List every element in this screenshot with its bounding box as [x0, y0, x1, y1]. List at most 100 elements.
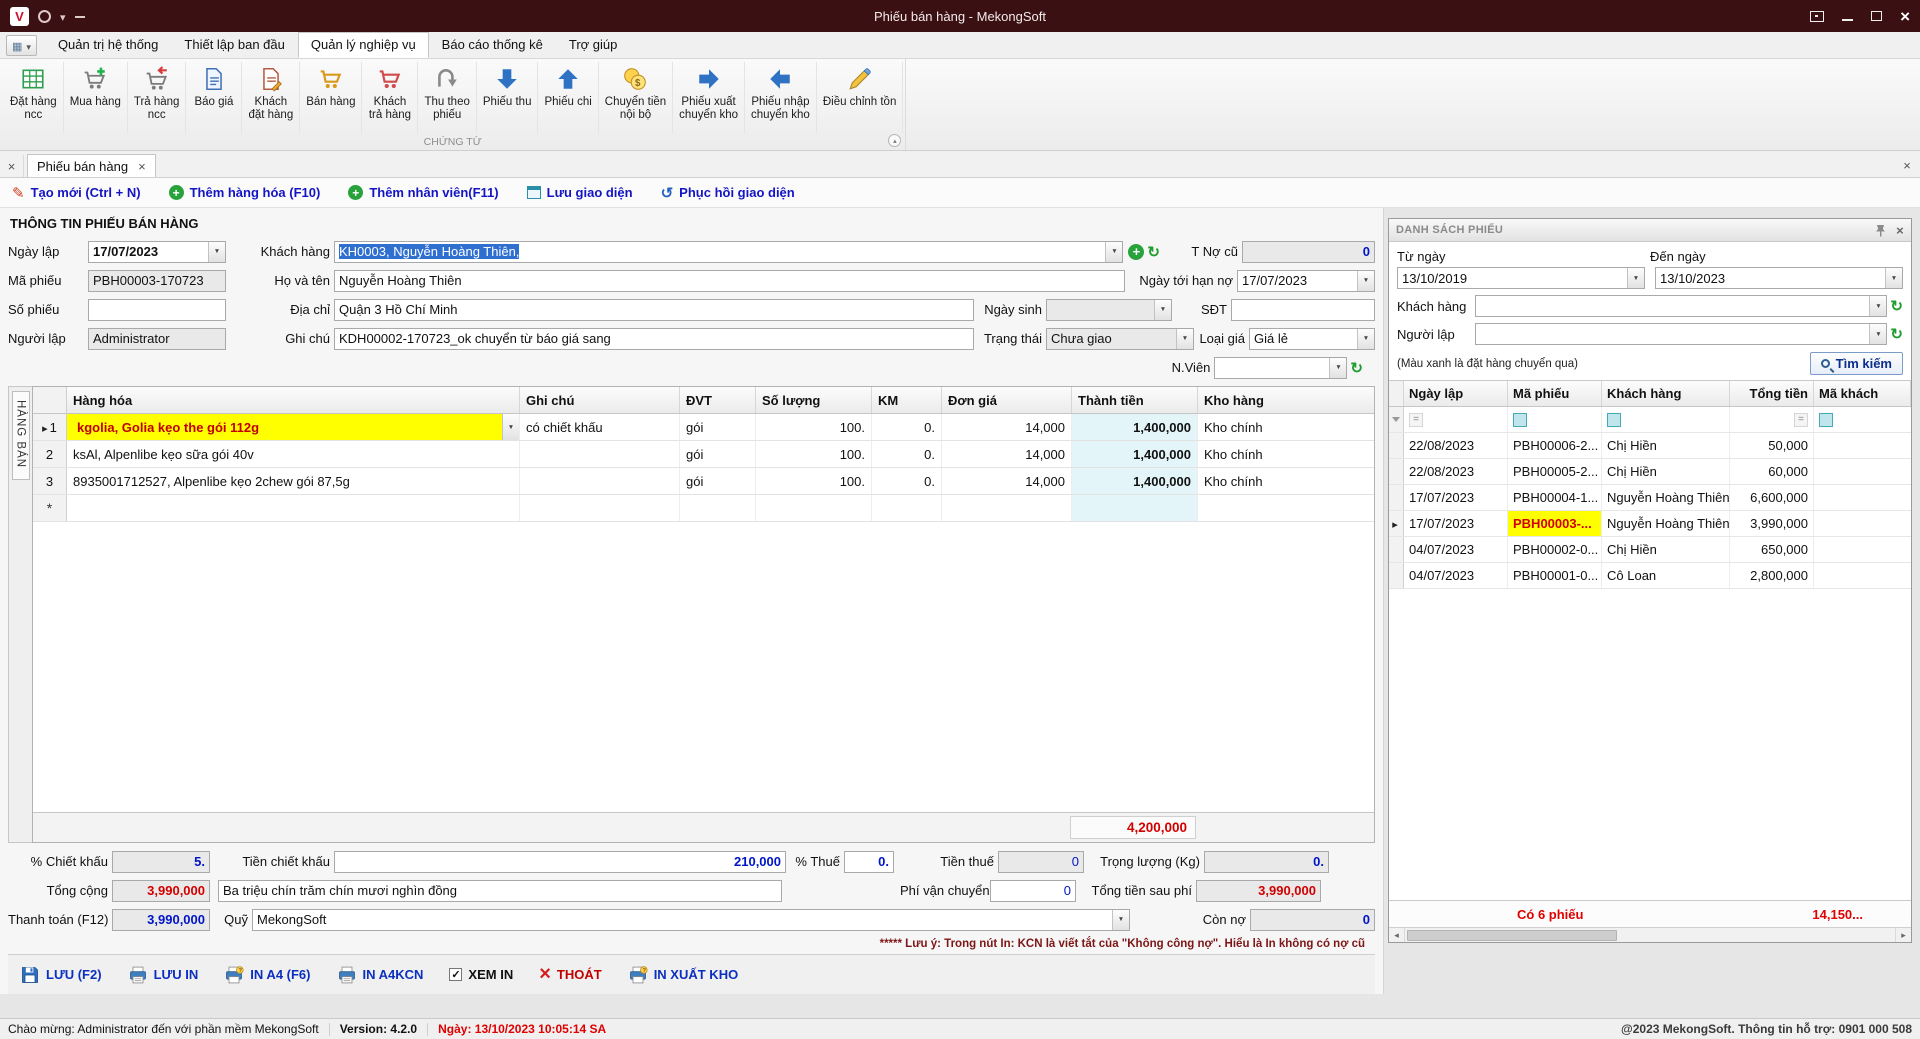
filter-cell[interactable]	[1389, 407, 1404, 432]
col-ma-khach[interactable]: Mã khách	[1814, 381, 1911, 406]
col-don-gia[interactable]: Đơn giá	[942, 387, 1072, 413]
filter-cell[interactable]	[1602, 407, 1730, 432]
slip-number-field[interactable]	[88, 299, 226, 321]
add-employee-button[interactable]: Thêm nhân viên(F11)	[348, 185, 498, 200]
ribbon-button-mua-hang[interactable]: Mua hàng	[64, 62, 128, 133]
slip-code-cell[interactable]: PBH00004-1...	[1508, 485, 1602, 510]
scroll-left-icon[interactable]	[1389, 928, 1405, 942]
ribbon-button-bao-gia[interactable]: Báo giá	[186, 62, 242, 133]
slip-row-6[interactable]: 04/07/2023 PBH00001-0... Cô Loan 2,800,0…	[1389, 563, 1911, 589]
creator-field[interactable]: Administrator	[88, 328, 226, 350]
chevron-down-icon[interactable]	[208, 242, 225, 262]
empty-cell[interactable]	[520, 495, 680, 521]
slip-row-2[interactable]: 22/08/2023 PBH00005-2... Chị Hiền 60,000	[1389, 459, 1911, 485]
amount-in-words-field[interactable]: Ba triệu chín trăm chín mươi nghìn đồng	[218, 880, 782, 902]
menu-tab-quan-ly-nghiep-vu[interactable]: Quản lý nghiệp vụ	[298, 32, 429, 58]
slip-makhach-cell[interactable]	[1814, 485, 1911, 510]
slip-row-1[interactable]: 22/08/2023 PBH00006-2... Chị Hiền 50,000	[1389, 433, 1911, 459]
created-date-combo[interactable]: 17/07/2023	[88, 241, 226, 263]
ribbon-button-phieu-nhap-chuyen-kho[interactable]: Phiếu nhập chuyển kho	[745, 62, 817, 133]
creator-filter-combo[interactable]	[1475, 323, 1887, 345]
tab-bar-close-icon[interactable]	[1894, 158, 1920, 173]
menu-tab-quan-tri-he-thong[interactable]: Quản trị hệ thống	[45, 32, 171, 58]
ribbon-button-tra-hang-ncc[interactable]: Trả hàng ncc	[128, 62, 187, 133]
window-menu-button[interactable]	[6, 35, 37, 56]
item-row-3[interactable]: 3 8935001712527, Alpenlibe kẹo 2chew gói…	[33, 468, 1374, 495]
slip-date-cell[interactable]: 22/08/2023	[1404, 459, 1508, 484]
chevron-down-icon[interactable]	[1154, 300, 1171, 320]
status-combo[interactable]: Chưa giao	[1046, 328, 1194, 350]
exit-button[interactable]: THOÁT	[539, 966, 601, 983]
item-qty-cell[interactable]: 100.	[756, 414, 872, 440]
slip-total-cell[interactable]: 50,000	[1730, 433, 1814, 458]
item-price-cell[interactable]: 14,000	[942, 414, 1072, 440]
item-total-cell[interactable]: 1,400,000	[1072, 414, 1198, 440]
slip-code-cell[interactable]: PBH00006-2...	[1508, 433, 1602, 458]
chevron-down-icon[interactable]	[1357, 271, 1374, 291]
item-name-cell[interactable]: ksAl, Alpenlibe kẹo sữa gói 40v	[67, 441, 520, 467]
item-price-cell[interactable]: 14,000	[942, 468, 1072, 494]
debt-due-date-combo[interactable]: 17/07/2023	[1237, 270, 1375, 292]
chevron-down-icon[interactable]	[502, 414, 519, 440]
payment-field[interactable]: 3,990,000	[112, 909, 210, 931]
chevron-down-icon[interactable]	[1869, 296, 1886, 316]
slip-code-cell[interactable]: PBH00001-0...	[1508, 563, 1602, 588]
full-name-field[interactable]: Nguyễn Hoàng Thiên	[334, 270, 1125, 292]
menu-tab-tro-giup[interactable]: Trợ giúp	[556, 32, 631, 58]
app-logo-icon[interactable]: V	[10, 7, 29, 26]
print-a4-button[interactable]: ? IN A4 (F6)	[224, 965, 310, 985]
slip-customer-cell[interactable]: Nguyễn Hoàng Thiên	[1602, 485, 1730, 510]
ribbon-button-phieu-xuat-chuyen-kho[interactable]: Phiếu xuất chuyển kho	[673, 62, 745, 133]
note-field[interactable]: KDH00002-170723_ok chuyển từ báo giá san…	[334, 328, 974, 350]
filter-cell[interactable]	[1508, 407, 1602, 432]
restore-layout-button[interactable]: Phục hồi giao diện	[661, 184, 795, 202]
old-debt-field[interactable]: 0	[1242, 241, 1375, 263]
slip-makhach-cell[interactable]	[1814, 459, 1911, 484]
slip-date-cell[interactable]: 22/08/2023	[1404, 433, 1508, 458]
col-so-luong[interactable]: Số lượng	[756, 387, 872, 413]
menu-tab-bao-cao-thong-ke[interactable]: Báo cáo thống kê	[429, 32, 556, 58]
item-warehouse-cell[interactable]: Kho chính	[1198, 441, 1374, 467]
slip-total-cell[interactable]: 60,000	[1730, 459, 1814, 484]
total-after-fee-field[interactable]: 3,990,000	[1196, 880, 1321, 902]
preview-print-checkbox[interactable]: XEM IN	[449, 967, 513, 982]
slip-makhach-cell[interactable]	[1814, 537, 1911, 562]
address-field[interactable]: Quận 3 Hồ Chí Minh	[334, 299, 974, 321]
item-unit-cell[interactable]: gói	[680, 468, 756, 494]
save-print-button[interactable]: LƯU IN	[128, 965, 199, 985]
col-ghi-chu[interactable]: Ghi chú	[520, 387, 680, 413]
refresh-icon[interactable]	[1147, 243, 1160, 261]
new-record-button[interactable]: Tạo mới (Ctrl + N)	[12, 184, 141, 202]
new-item-row[interactable]	[33, 495, 1374, 522]
slip-code-cell[interactable]: PBH00002-0...	[1508, 537, 1602, 562]
slip-customer-cell[interactable]: Chị Hiền	[1602, 537, 1730, 562]
chevron-down-icon[interactable]	[1357, 329, 1374, 349]
scrollbar-thumb[interactable]	[1407, 930, 1617, 941]
discount-pct-field[interactable]: 5.	[112, 851, 210, 873]
slip-date-cell[interactable]: 04/07/2023	[1404, 537, 1508, 562]
col-km[interactable]: KM	[872, 387, 942, 413]
empty-cell[interactable]	[872, 495, 942, 521]
ribbon-button-ban-hang[interactable]: Bán hàng	[300, 62, 362, 133]
ribbon-button-dat-hang-ncc[interactable]: Đặt hàng ncc	[4, 62, 64, 133]
document-tab-phieu-ban-hang[interactable]: Phiếu bán hàng	[27, 154, 156, 177]
toolbar-customize-icon[interactable]	[75, 16, 85, 18]
empty-cell[interactable]	[1198, 495, 1374, 521]
refresh-icon[interactable]	[1890, 297, 1903, 315]
slip-code-field[interactable]: PBH00003-170723	[88, 270, 226, 292]
add-customer-icon[interactable]	[1128, 244, 1144, 260]
scroll-right-icon[interactable]	[1895, 928, 1911, 942]
chevron-down-icon[interactable]	[1105, 242, 1122, 262]
price-type-combo[interactable]: Giá lẻ	[1249, 328, 1375, 350]
ribbon-button-chuyen-tien-noi-bo[interactable]: $ Chuyển tiền nội bộ	[599, 62, 673, 133]
ribbon-button-dieu-chinh-ton[interactable]: Điều chỉnh tồn	[817, 62, 904, 133]
tab-close-left-icon[interactable]	[0, 155, 24, 177]
fullscreen-icon[interactable]	[1810, 11, 1824, 22]
empty-cell[interactable]	[680, 495, 756, 521]
birth-date-combo[interactable]	[1046, 299, 1172, 321]
menu-tab-thiet-lap-ban-dau[interactable]: Thiết lập ban đầu	[171, 32, 297, 58]
slip-date-cell[interactable]: 04/07/2023	[1404, 563, 1508, 588]
item-unit-cell[interactable]: gói	[680, 441, 756, 467]
weight-field[interactable]: 0.	[1204, 851, 1329, 873]
from-date-combo[interactable]: 13/10/2019	[1397, 267, 1645, 289]
